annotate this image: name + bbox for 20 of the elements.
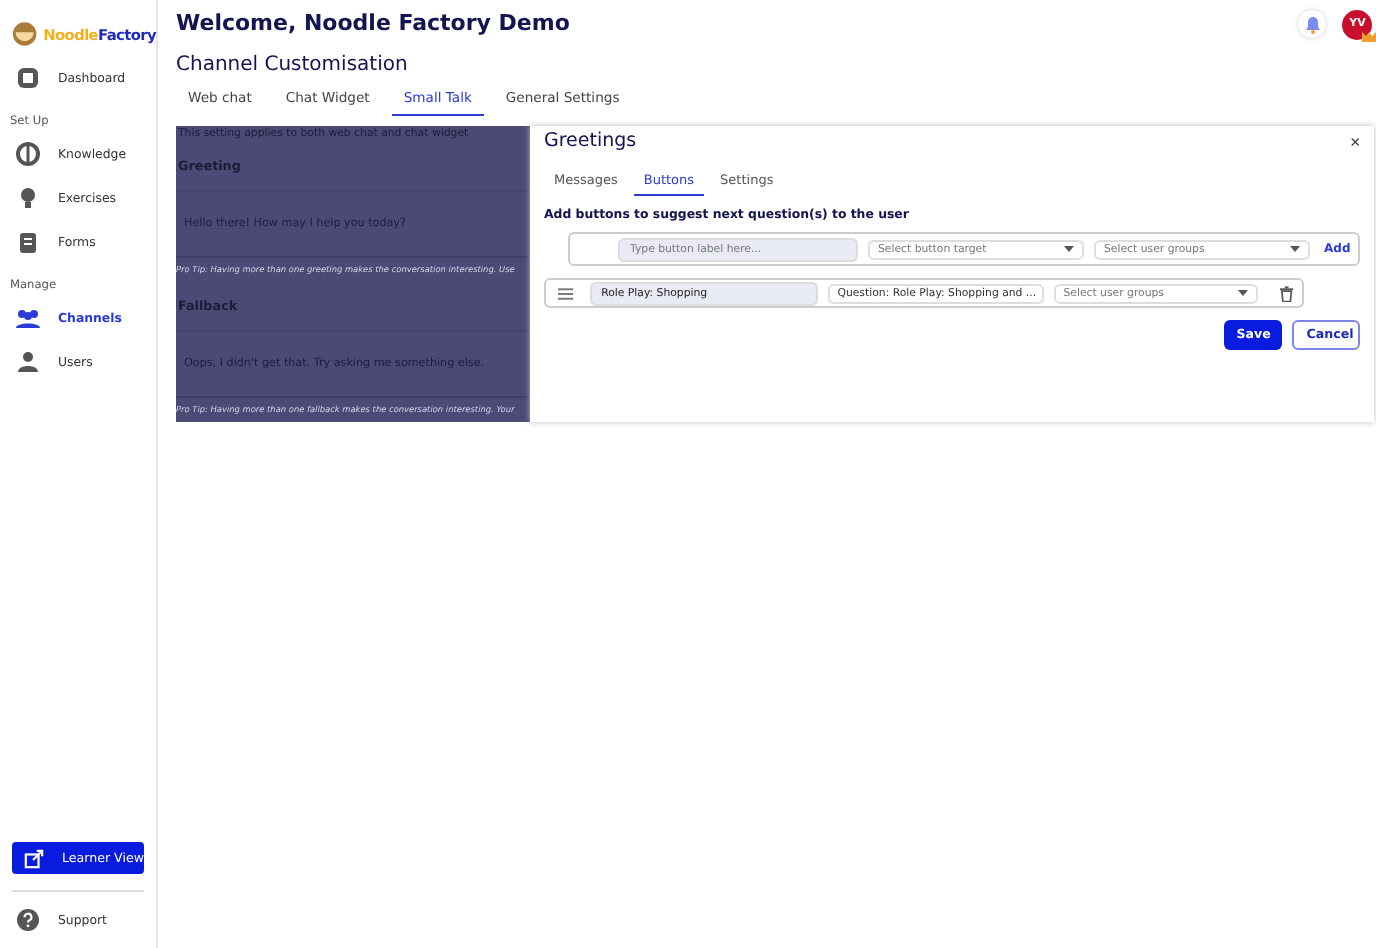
welcome-title: Welcome, Noodle Factory Demo bbox=[176, 9, 570, 35]
clipboard-icon bbox=[16, 230, 40, 254]
noodle-bowl-logo-icon bbox=[12, 20, 38, 48]
external-link-icon bbox=[24, 847, 44, 869]
trash-icon bbox=[1280, 285, 1294, 301]
lightbulb-icon bbox=[16, 186, 40, 210]
caret-icon bbox=[1290, 246, 1300, 252]
close-button[interactable]: × bbox=[1349, 131, 1361, 151]
brain-icon bbox=[16, 142, 40, 166]
help-icon bbox=[16, 908, 40, 932]
crown-badge-icon bbox=[1362, 31, 1376, 41]
dashboard-icon bbox=[16, 66, 40, 90]
dialog-title: Greetings bbox=[544, 130, 637, 152]
caret-icon bbox=[1064, 246, 1074, 252]
people-icon bbox=[16, 306, 40, 330]
drag-handle-icon bbox=[558, 287, 574, 299]
caret-icon bbox=[1238, 290, 1249, 296]
user-icon bbox=[16, 350, 40, 374]
bell-icon bbox=[1303, 14, 1322, 34]
page-title: Channel Customisation bbox=[176, 54, 410, 76]
